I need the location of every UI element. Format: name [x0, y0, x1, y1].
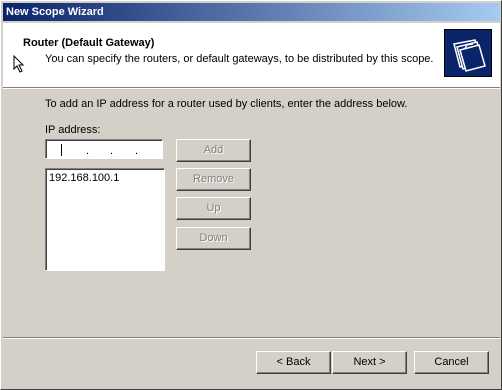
ip-octet-dot: .	[135, 145, 139, 157]
down-button[interactable]: Down	[176, 227, 251, 250]
back-button[interactable]: < Back	[256, 351, 331, 374]
instruction-text: To add an IP address for a router used b…	[45, 98, 408, 110]
wizard-header: Router (Default Gateway) You can specify…	[3, 23, 500, 87]
add-button[interactable]: Add	[176, 139, 251, 162]
next-button[interactable]: Next >	[332, 351, 407, 374]
remove-button[interactable]: Remove	[176, 168, 251, 191]
router-list[interactable]: 192.168.100.1	[45, 168, 165, 271]
up-button[interactable]: Up	[176, 197, 251, 220]
title-bar: New Scope Wizard	[3, 3, 500, 21]
ip-address-input[interactable]: . . .	[45, 139, 163, 159]
header-separator	[3, 87, 500, 89]
wizard-window: New Scope Wizard Router (Default Gateway…	[0, 0, 502, 390]
page-title: Router (Default Gateway)	[23, 37, 155, 49]
ip-octet-dot: .	[86, 145, 90, 157]
text-caret	[61, 144, 62, 156]
page-subtitle: You can specify the routers, or default …	[45, 53, 434, 65]
footer-separator	[3, 337, 500, 339]
ip-address-label: IP address:	[45, 124, 101, 136]
list-item[interactable]: 192.168.100.1	[49, 172, 161, 184]
mouse-pointer-icon	[13, 55, 25, 73]
window-title: New Scope Wizard	[6, 6, 104, 18]
folders-icon	[444, 29, 492, 77]
cancel-button[interactable]: Cancel	[414, 351, 489, 374]
ip-octet-dot: .	[110, 145, 114, 157]
